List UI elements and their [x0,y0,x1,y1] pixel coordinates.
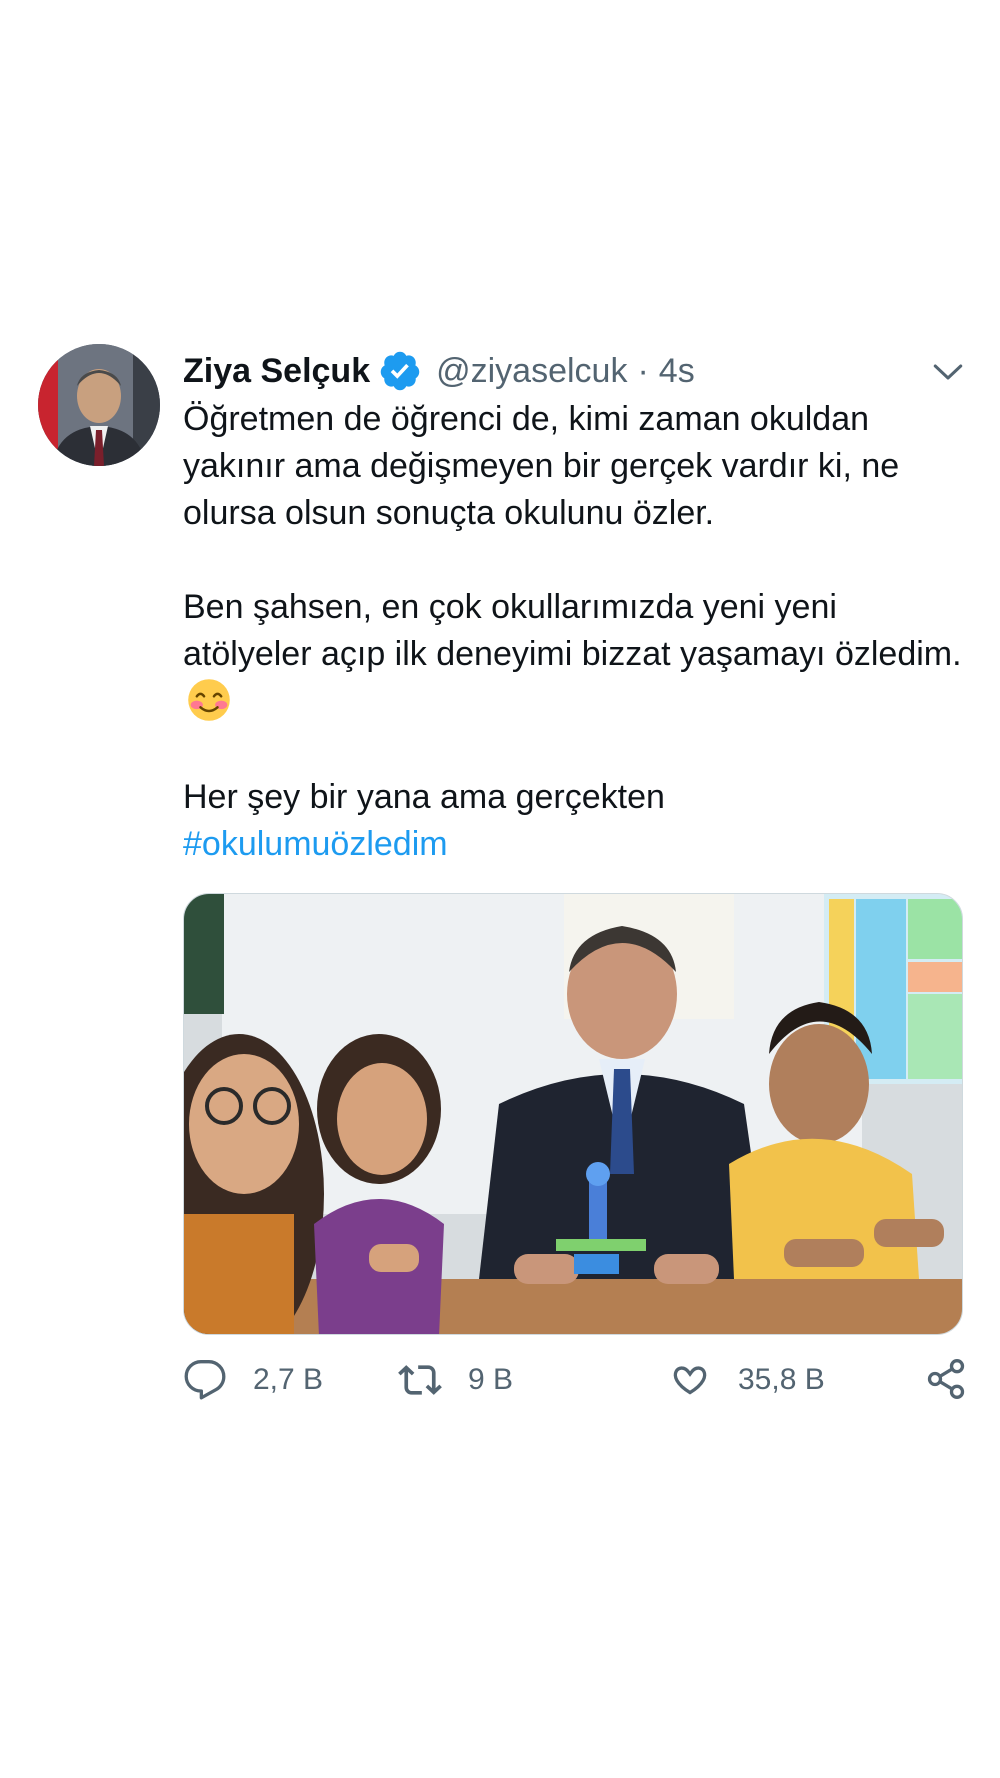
like-count: 35,8 B [738,1363,825,1396]
tweet-header: Ziya Selçuk @ziyaselcuk · 4s [183,346,695,396]
tweet-paragraph-text: Ben şahsen, en çok okullarımızda yeni ye… [183,588,962,673]
author-name[interactable]: Ziya Selçuk [183,352,370,391]
retweet-icon [398,1365,442,1395]
header-separator: · [637,351,649,390]
tweet-paragraph: Her şey bir yana ama gerçekten #okulumuö… [183,774,963,868]
reply-count: 2,7 B [253,1363,324,1396]
tweet-timestamp[interactable]: 4s [659,352,695,391]
heart-icon [673,1366,707,1395]
share-icon[interactable] [924,1357,968,1401]
tweet-paragraph: Ben şahsen, en çok okullarımızda yeni ye… [183,584,963,727]
classroom-photo-icon [184,894,962,1334]
verified-badge-icon [380,351,420,391]
like-button[interactable]: 35,8 B [668,1355,825,1405]
tweet-paragraph: Öğretmen de öğrenci de, kimi zaman okuld… [183,400,900,532]
author-avatar[interactable] [38,344,160,466]
reply-icon [184,1360,226,1400]
smiling-face-with-smiling-eyes-icon [188,679,230,721]
tweet-paragraph-text: Her şey bir yana ama gerçekten [183,778,665,816]
reply-button[interactable]: 2,7 B [183,1355,323,1405]
tweet-actions: 2,7 B 9 B 35,8 B [183,1355,968,1405]
retweet-button[interactable]: 9 B [398,1355,513,1405]
chevron-down-icon[interactable] [930,354,966,390]
tweet-photo[interactable] [183,893,963,1335]
hashtag-link[interactable]: #okulumuözledim [183,821,963,868]
profile-photo-icon [38,344,160,466]
retweet-count: 9 B [468,1363,514,1396]
author-handle[interactable]: @ziyaselcuk [436,352,627,391]
tweet-text: Öğretmen de öğrenci de, kimi zaman okuld… [183,396,963,868]
